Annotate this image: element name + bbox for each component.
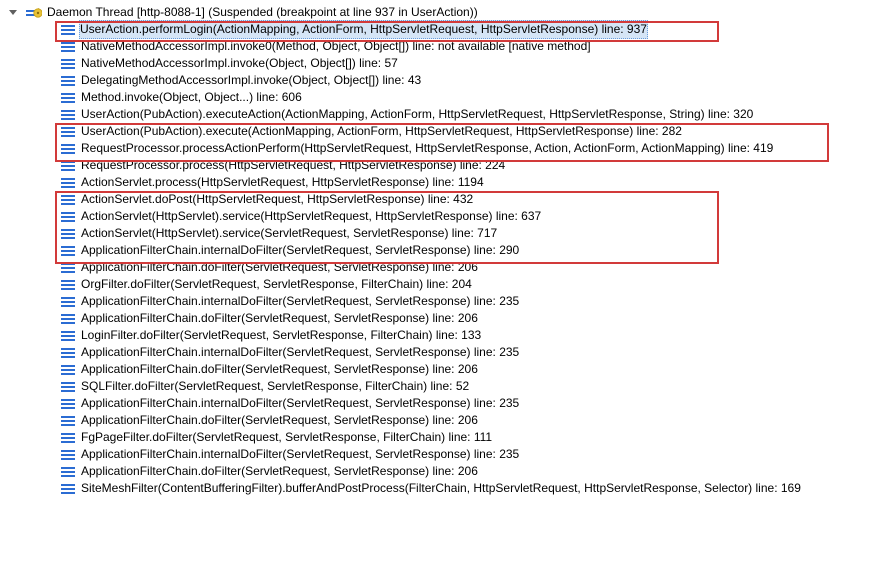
stack-frame-icon <box>60 158 76 174</box>
stack-frame-label: ApplicationFilterChain.doFilter(ServletR… <box>80 259 479 276</box>
stack-frame-label: DelegatingMethodAccessorImpl.invoke(Obje… <box>80 72 422 89</box>
stack-frame-icon <box>60 447 76 463</box>
stack-frame-row[interactable]: RequestProcessor.processActionPerform(Ht… <box>0 140 873 157</box>
thread-row[interactable]: Daemon Thread [http-8088-1] (Suspended (… <box>0 4 873 21</box>
stack-frame-row[interactable]: NativeMethodAccessorImpl.invoke0(Method,… <box>0 38 873 55</box>
stack-frame-row[interactable]: OrgFilter.doFilter(ServletRequest, Servl… <box>0 276 873 293</box>
stack-frame-icon <box>60 345 76 361</box>
stack-frame-icon <box>60 379 76 395</box>
stack-frame-label: ApplicationFilterChain.doFilter(ServletR… <box>80 361 479 378</box>
stack-frame-icon <box>60 141 76 157</box>
stack-frame-icon <box>60 73 76 89</box>
stack-frame-icon <box>60 328 76 344</box>
stack-frame-icon <box>60 260 76 276</box>
stack-frame-icon <box>60 481 76 497</box>
expander-collapse-icon[interactable] <box>8 8 18 18</box>
stack-frame-row[interactable]: ApplicationFilterChain.doFilter(ServletR… <box>0 361 873 378</box>
stack-frame-label: RequestProcessor.process(HttpServletRequ… <box>80 157 506 174</box>
stack-frame-label: ActionServlet(HttpServlet).service(HttpS… <box>80 208 542 225</box>
stack-frame-label: UserAction(PubAction).executeAction(Acti… <box>80 106 754 123</box>
stack-frame-label: ApplicationFilterChain.internalDoFilter(… <box>80 446 520 463</box>
stack-frame-label: RequestProcessor.processActionPerform(Ht… <box>80 140 774 157</box>
stack-frame-icon <box>60 39 76 55</box>
stack-frame-label: LoginFilter.doFilter(ServletRequest, Ser… <box>80 327 482 344</box>
stack-frame-row[interactable]: ActionServlet.process(HttpServletRequest… <box>0 174 873 191</box>
stack-frame-icon <box>60 209 76 225</box>
stack-frame-label: UserAction.performLogin(ActionMapping, A… <box>79 20 648 39</box>
stack-frame-row[interactable]: LoginFilter.doFilter(ServletRequest, Ser… <box>0 327 873 344</box>
stack-frame-row[interactable]: UserAction(PubAction).executeAction(Acti… <box>0 106 873 123</box>
stack-frame-label: ActionServlet(HttpServlet).service(Servl… <box>80 225 498 242</box>
stack-frame-row[interactable]: SQLFilter.doFilter(ServletRequest, Servl… <box>0 378 873 395</box>
stack-frame-row[interactable]: Method.invoke(Object, Object...) line: 6… <box>0 89 873 106</box>
stack-frame-icon <box>60 192 76 208</box>
stack-frame-row[interactable]: ActionServlet(HttpServlet).service(HttpS… <box>0 208 873 225</box>
stack-frame-label: SiteMeshFilter(ContentBufferingFilter).b… <box>80 480 802 497</box>
stack-frame-row[interactable]: ApplicationFilterChain.doFilter(ServletR… <box>0 259 873 276</box>
stack-frame-label: NativeMethodAccessorImpl.invoke0(Method,… <box>80 38 592 55</box>
stack-frame-label: ActionServlet.process(HttpServletRequest… <box>80 174 485 191</box>
stack-frame-row[interactable]: UserAction.performLogin(ActionMapping, A… <box>0 21 873 38</box>
stack-frame-row[interactable]: ApplicationFilterChain.doFilter(ServletR… <box>0 412 873 429</box>
stack-frame-label: FgPageFilter.doFilter(ServletRequest, Se… <box>80 429 493 446</box>
stack-frame-row[interactable]: ActionServlet.doPost(HttpServletRequest,… <box>0 191 873 208</box>
stack-frame-label: ApplicationFilterChain.doFilter(ServletR… <box>80 310 479 327</box>
suspended-thread-icon <box>26 5 42 21</box>
stack-frame-icon <box>60 311 76 327</box>
stack-frame-row[interactable]: UserAction(PubAction).execute(ActionMapp… <box>0 123 873 140</box>
stack-frame-row[interactable]: ApplicationFilterChain.internalDoFilter(… <box>0 446 873 463</box>
stack-frame-icon <box>60 294 76 310</box>
thread-label: Daemon Thread [http-8088-1] (Suspended (… <box>46 4 479 21</box>
stack-frame-icon <box>60 413 76 429</box>
stack-frame-icon <box>60 22 76 38</box>
stack-frame-row[interactable]: RequestProcessor.process(HttpServletRequ… <box>0 157 873 174</box>
stack-frame-label: ApplicationFilterChain.internalDoFilter(… <box>80 242 520 259</box>
stack-frame-row[interactable]: ApplicationFilterChain.internalDoFilter(… <box>0 344 873 361</box>
stack-frame-row[interactable]: ApplicationFilterChain.internalDoFilter(… <box>0 395 873 412</box>
stack-frame-icon <box>60 107 76 123</box>
stack-frame-icon <box>60 226 76 242</box>
stack-frame-icon <box>60 396 76 412</box>
stack-frame-label: ApplicationFilterChain.doFilter(ServletR… <box>80 412 479 429</box>
stack-frame-row[interactable]: ApplicationFilterChain.doFilter(ServletR… <box>0 463 873 480</box>
stack-frame-label: ActionServlet.doPost(HttpServletRequest,… <box>80 191 474 208</box>
stack-frame-label: OrgFilter.doFilter(ServletRequest, Servl… <box>80 276 473 293</box>
stack-frame-row[interactable]: SiteMeshFilter(ContentBufferingFilter).b… <box>0 480 873 497</box>
stack-frame-label: ApplicationFilterChain.internalDoFilter(… <box>80 344 520 361</box>
stack-frame-icon <box>60 362 76 378</box>
stack-frame-icon <box>60 124 76 140</box>
stack-frame-label: SQLFilter.doFilter(ServletRequest, Servl… <box>80 378 470 395</box>
stack-frame-icon <box>60 277 76 293</box>
stack-frame-label: ApplicationFilterChain.internalDoFilter(… <box>80 395 520 412</box>
stack-frame-row[interactable]: ActionServlet(HttpServlet).service(Servl… <box>0 225 873 242</box>
stack-frame-row[interactable]: FgPageFilter.doFilter(ServletRequest, Se… <box>0 429 873 446</box>
stack-frame-label: NativeMethodAccessorImpl.invoke(Object, … <box>80 55 399 72</box>
stack-frame-icon <box>60 243 76 259</box>
stack-frame-row[interactable]: ApplicationFilterChain.doFilter(ServletR… <box>0 310 873 327</box>
stack-frame-icon <box>60 90 76 106</box>
stack-frame-label: ApplicationFilterChain.internalDoFilter(… <box>80 293 520 310</box>
stack-frame-icon <box>60 464 76 480</box>
stack-frame-label: ApplicationFilterChain.doFilter(ServletR… <box>80 463 479 480</box>
stack-frame-icon <box>60 56 76 72</box>
call-stack-tree: Daemon Thread [http-8088-1] (Suspended (… <box>0 0 873 497</box>
stack-frame-label: UserAction(PubAction).execute(ActionMapp… <box>80 123 683 140</box>
stack-frame-label: Method.invoke(Object, Object...) line: 6… <box>80 89 303 106</box>
stack-frame-icon <box>60 430 76 446</box>
stack-frame-icon <box>60 175 76 191</box>
stack-frame-row[interactable]: DelegatingMethodAccessorImpl.invoke(Obje… <box>0 72 873 89</box>
stack-frame-row[interactable]: NativeMethodAccessorImpl.invoke(Object, … <box>0 55 873 72</box>
stack-frame-row[interactable]: ApplicationFilterChain.internalDoFilter(… <box>0 293 873 310</box>
stack-frame-row[interactable]: ApplicationFilterChain.internalDoFilter(… <box>0 242 873 259</box>
